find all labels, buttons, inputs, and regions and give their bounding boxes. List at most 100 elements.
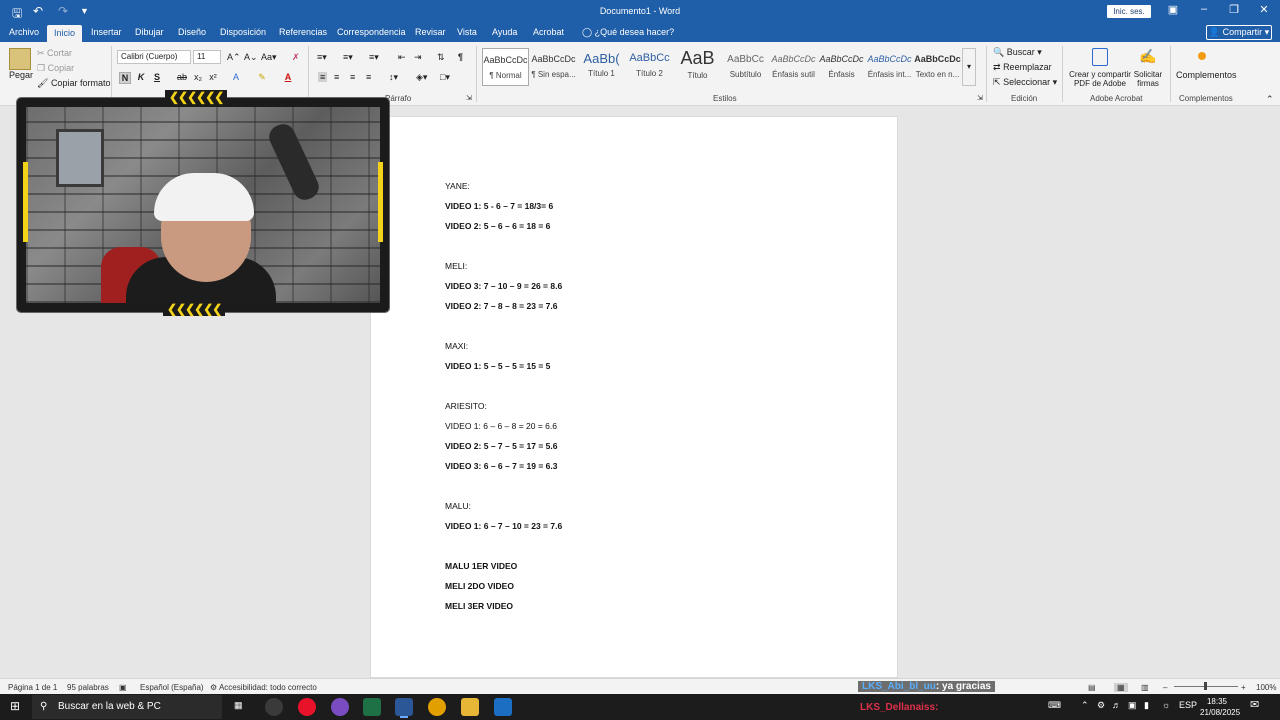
borders-icon[interactable]: □▾	[440, 72, 450, 83]
taskbar-clock[interactable]: 18:35 21/08/2025	[1200, 696, 1240, 718]
font-name-select[interactable]: Calibri (Cuerpo)	[117, 50, 191, 64]
maximize-button[interactable]: ❐	[1224, 3, 1244, 16]
pdf-icon[interactable]	[1092, 48, 1108, 66]
doc-line[interactable]: MALU:	[445, 501, 471, 511]
highlight-icon[interactable]: ✎	[256, 72, 268, 83]
find-button[interactable]: 🔍 Buscar ▾	[993, 47, 1042, 58]
text-effects-icon[interactable]: A	[230, 72, 242, 82]
doc-line[interactable]: VIDEO 1: 6 – 7 – 10 = 23 = 7.6	[445, 521, 562, 531]
tab-revisar[interactable]: Revisar	[415, 27, 446, 37]
format-painter-button[interactable]: 🖌 Copiar formato	[37, 78, 110, 89]
doc-line[interactable]: VIDEO 2: 7 – 8 – 8 = 23 = 7.6	[445, 301, 557, 311]
page-count[interactable]: Página 1 de 1	[8, 683, 57, 692]
style-strong[interactable]: AaBbCcDc Texto en n...	[914, 48, 961, 86]
tab-referencias[interactable]: Referencias	[279, 27, 327, 37]
keyboard-icon[interactable]: ⌨	[1048, 700, 1061, 711]
shrink-font-icon[interactable]: A⌄	[244, 52, 258, 63]
bold-button[interactable]: N	[119, 72, 131, 84]
app-icon[interactable]	[265, 698, 283, 716]
request-signatures-icon[interactable]: ✍	[1139, 48, 1157, 66]
word-icon[interactable]	[395, 698, 413, 716]
input-language[interactable]: ESP	[1179, 700, 1197, 710]
addins-icon[interactable]	[1198, 52, 1206, 60]
word-count[interactable]: 95 palabras	[67, 683, 109, 692]
tab-dibujar[interactable]: Dibujar	[135, 27, 164, 37]
subscript-icon[interactable]: x₂	[192, 72, 204, 82]
doc-line[interactable]: MALU 1ER VIDEO	[445, 561, 517, 571]
battery-icon[interactable]: ▮	[1144, 700, 1149, 711]
doc-line[interactable]: MELI:	[445, 261, 467, 271]
align-right-icon[interactable]: ≡	[350, 72, 355, 82]
styles-dialog-icon[interactable]: ⇲	[977, 94, 983, 102]
zoom-out-button[interactable]: –	[1163, 683, 1167, 692]
volume-icon[interactable]: ♬	[1112, 700, 1121, 710]
proofing-icon[interactable]: ▣	[119, 683, 127, 692]
zoom-in-button[interactable]: +	[1241, 683, 1246, 692]
decrease-indent-icon[interactable]: ⇤	[398, 52, 406, 63]
windows-start-icon[interactable]: ⊞	[10, 699, 20, 713]
network-icon[interactable]: ☼	[1162, 700, 1170, 710]
collapse-ribbon-icon[interactable]: ⌃	[1266, 94, 1274, 105]
show-marks-icon[interactable]: ¶	[458, 52, 463, 62]
font-color-icon[interactable]: A	[282, 72, 294, 82]
doc-line[interactable]: ARIESITO:	[445, 401, 487, 411]
read-mode-icon[interactable]: ▤	[1088, 683, 1096, 692]
tab-archivo[interactable]: Archivo	[9, 27, 39, 37]
sort-icon[interactable]: ⇅	[437, 52, 445, 63]
doc-line[interactable]: MAXI:	[445, 341, 468, 351]
file-explorer-icon[interactable]	[461, 698, 479, 716]
grow-font-icon[interactable]: A⌃	[227, 52, 241, 63]
language-status[interactable]: Español (España)	[140, 683, 204, 692]
tab-acrobat[interactable]: Acrobat	[533, 27, 564, 37]
tab-diseno[interactable]: Diseño	[178, 27, 206, 37]
font-size-select[interactable]: 11	[193, 50, 221, 64]
italic-button[interactable]: K	[135, 72, 147, 82]
app-icon[interactable]	[331, 698, 349, 716]
ribbon-display-icon[interactable]: ▣	[1163, 3, 1183, 16]
strikethrough-icon[interactable]: ab	[176, 72, 188, 82]
tab-disposicion[interactable]: Disposición	[220, 27, 266, 37]
sign-in-button[interactable]: Inic. ses.	[1107, 5, 1151, 18]
line-spacing-icon[interactable]: ↕▾	[389, 72, 398, 83]
doc-line[interactable]: MELI 2DO VIDEO	[445, 581, 514, 591]
bullets-icon[interactable]: ≡▾	[317, 52, 327, 63]
chrome-icon[interactable]	[428, 698, 446, 716]
justify-icon[interactable]: ≡	[366, 72, 371, 82]
style-no-spacing[interactable]: AaBbCcDc ¶ Sin espa...	[530, 48, 577, 86]
doc-line[interactable]: MELI 3ER VIDEO	[445, 601, 513, 611]
taskbar-search[interactable]: ⚲ Buscar en la web & PC	[32, 695, 222, 719]
tab-inicio[interactable]: Inicio	[47, 25, 83, 42]
tell-me-search[interactable]: ◯ ¿Qué desea hacer?	[582, 27, 674, 38]
paste-icon[interactable]	[9, 48, 31, 70]
styles-more-icon[interactable]: ▾	[962, 48, 976, 86]
excel-icon[interactable]	[363, 698, 381, 716]
style-heading-2[interactable]: AaBbCc Título 2	[626, 48, 673, 86]
accessibility-status[interactable]: ⚙ Accesibilidad: todo correcto	[210, 683, 317, 692]
dialog-launcher-icon[interactable]: ⇲	[466, 94, 472, 102]
close-button[interactable]: ✕	[1254, 3, 1274, 16]
increase-indent-icon[interactable]: ⇥	[414, 52, 422, 63]
underline-button[interactable]: S	[151, 72, 163, 82]
tray-icon[interactable]: ▣	[1128, 700, 1137, 711]
doc-line[interactable]: VIDEO 2: 5 – 6 – 6 = 18 = 6	[445, 221, 550, 231]
change-case-icon[interactable]: Aa▾	[261, 52, 277, 63]
style-normal[interactable]: AaBbCcDc ¶ Normal	[482, 48, 529, 86]
copy-button[interactable]: ❐ Copiar	[37, 63, 74, 74]
superscript-icon[interactable]: x²	[207, 72, 219, 82]
web-layout-icon[interactable]: ▥	[1141, 683, 1149, 692]
select-button[interactable]: ⇱ Seleccionar ▾	[993, 77, 1057, 88]
share-button[interactable]: 👤 Compartir ▾	[1206, 25, 1272, 40]
replace-button[interactable]: ⇄ Reemplazar	[993, 62, 1052, 73]
addins-button[interactable]: Complementos	[1176, 70, 1237, 80]
tab-vista[interactable]: Vista	[457, 27, 477, 37]
zoom-slider-thumb[interactable]	[1204, 682, 1207, 690]
style-emphasis[interactable]: AaBbCcDc Énfasis	[818, 48, 865, 86]
tab-insertar[interactable]: Insertar	[91, 27, 122, 37]
minimize-button[interactable]: –	[1194, 3, 1214, 15]
app-icon[interactable]	[494, 698, 512, 716]
align-center-icon[interactable]: ≡	[334, 72, 339, 82]
task-view-icon[interactable]: ▦	[234, 700, 243, 711]
doc-line[interactable]: VIDEO 3: 6 – 6 – 7 = 19 = 6.3	[445, 461, 557, 471]
style-subtitle[interactable]: AaBbCc Subtítulo	[722, 48, 769, 86]
doc-line[interactable]: YANE:	[445, 181, 470, 191]
